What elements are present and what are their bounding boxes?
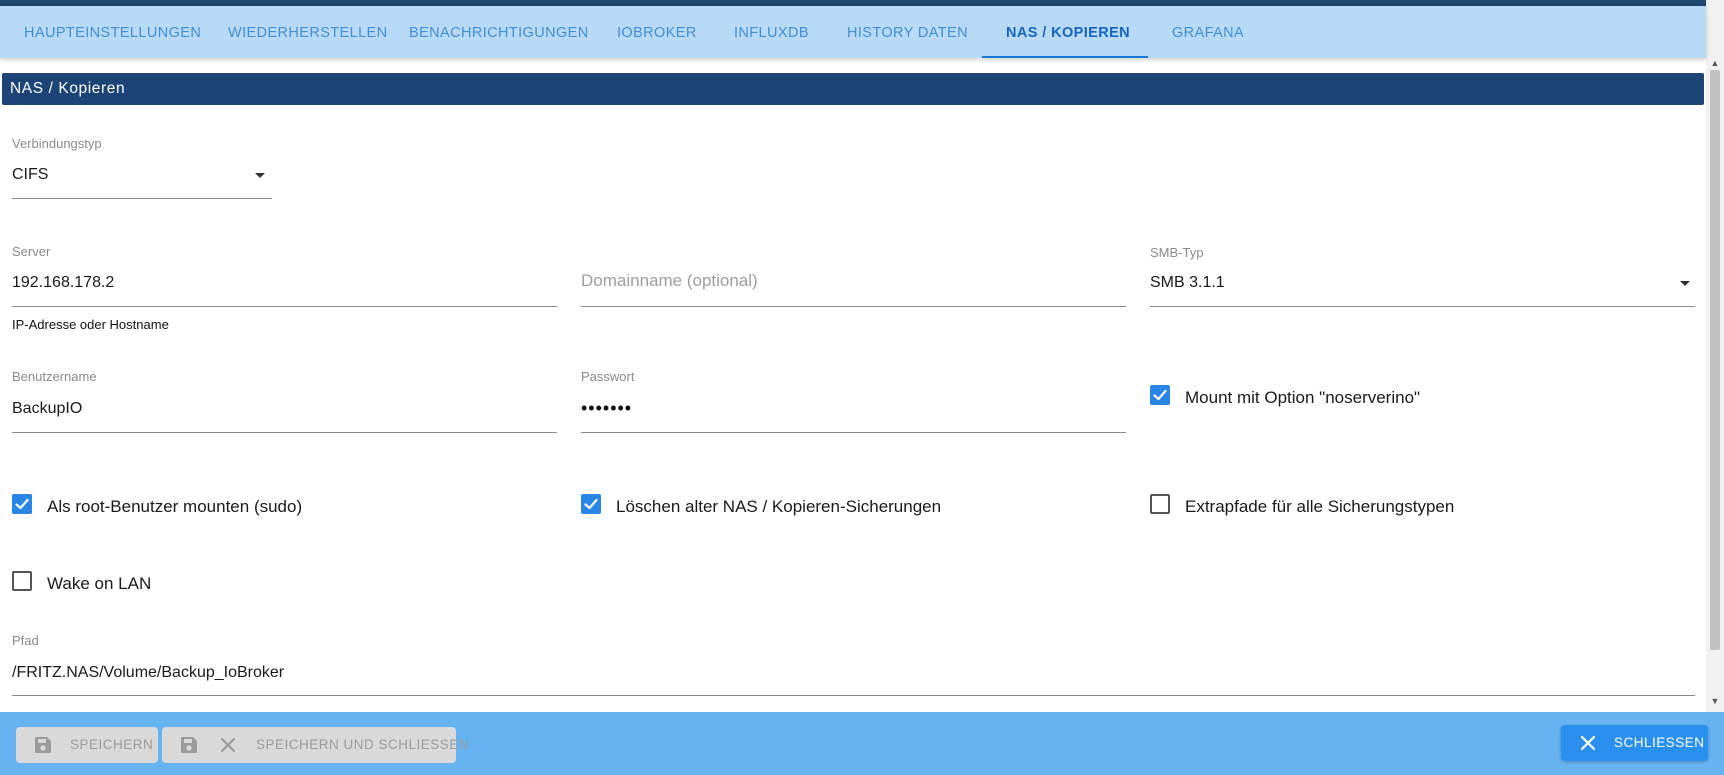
close-icon bbox=[220, 737, 236, 753]
field-underline bbox=[1150, 306, 1695, 307]
noserverino-label: Mount mit Option "noserverino" bbox=[1185, 388, 1421, 407]
scrollbar-thumb[interactable] bbox=[1710, 70, 1720, 650]
smb-type-select[interactable]: SMB-Typ SMB 3.1.1 bbox=[1150, 245, 1695, 308]
sudo-checkbox[interactable] bbox=[12, 494, 32, 514]
caret-down-icon bbox=[255, 173, 265, 178]
field-underline bbox=[12, 432, 557, 433]
save-icon bbox=[35, 737, 51, 753]
smb-type-label: SMB-Typ bbox=[1150, 245, 1204, 260]
connection-type-value: CIFS bbox=[12, 166, 49, 183]
field-underline bbox=[581, 306, 1126, 307]
close-button[interactable]: SCHLIESSEN bbox=[1561, 725, 1708, 761]
server-field[interactable]: Server 192.168.178.2 bbox=[12, 244, 557, 308]
tab-grafana[interactable]: GRAFANA bbox=[1148, 6, 1268, 58]
checkmark-icon bbox=[15, 498, 29, 510]
scroll-down-arrow-icon[interactable]: ▼ bbox=[1706, 694, 1724, 708]
connection-type-label: Verbindungstyp bbox=[12, 136, 102, 151]
delete-old-checkbox[interactable] bbox=[581, 494, 601, 514]
section-header: NAS / Kopieren bbox=[2, 73, 1704, 105]
dialog-footer: SPEICHERN SPEICHERN UND SCHLIESSEN SCHLI… bbox=[0, 712, 1724, 775]
delete-old-label: Löschen alter NAS / Kopieren-Sicherungen bbox=[616, 497, 942, 516]
checkmark-icon bbox=[584, 498, 598, 510]
tab-wiederherstellen[interactable]: WIEDERHERSTELLEN bbox=[204, 6, 412, 58]
close-icon bbox=[1580, 735, 1596, 751]
field-underline bbox=[12, 306, 557, 307]
domain-input-placeholder[interactable]: Domainname (optional) bbox=[581, 271, 758, 291]
save-icon bbox=[181, 737, 197, 753]
checkmark-icon bbox=[1153, 389, 1167, 401]
username-input[interactable]: BackupIO bbox=[12, 400, 82, 418]
vertical-scrollbar[interactable]: ▲ ▼ bbox=[1706, 0, 1724, 712]
username-label: Benutzername bbox=[12, 369, 97, 384]
tab-bar: HAUPTEINSTELLUNGEN WIEDERHERSTELLEN BENA… bbox=[0, 6, 1706, 58]
noserverino-checkbox[interactable] bbox=[1150, 385, 1170, 405]
path-input[interactable]: /FRITZ.NAS/Volume/Backup_IoBroker bbox=[12, 664, 284, 682]
save-and-close-label: SPEICHERN UND SCHLIESSEN bbox=[256, 737, 470, 752]
save-and-close-button[interactable]: SPEICHERN UND SCHLIESSEN bbox=[162, 727, 469, 763]
wake-on-lan-checkbox[interactable] bbox=[12, 571, 32, 591]
scroll-up-arrow-icon[interactable]: ▲ bbox=[1706, 56, 1724, 70]
sudo-label: Als root-Benutzer mounten (sudo) bbox=[47, 497, 303, 516]
tab-benachrichtigungen[interactable]: BENACHRICHTIGUNGEN bbox=[385, 6, 613, 58]
caret-down-icon bbox=[1680, 281, 1690, 286]
tab-nas-kopieren[interactable]: NAS / KOPIEREN bbox=[982, 6, 1148, 58]
password-input[interactable]: ••••••• bbox=[581, 398, 632, 419]
path-label: Pfad bbox=[12, 633, 39, 648]
tab-haupteinstellungen[interactable]: HAUPTEINSTELLUNGEN bbox=[0, 6, 225, 58]
path-field[interactable]: Pfad /FRITZ.NAS/Volume/Backup_IoBroker bbox=[12, 633, 1695, 697]
wake-on-lan-label: Wake on LAN bbox=[47, 574, 152, 593]
username-field[interactable]: Benutzername BackupIO bbox=[12, 369, 557, 433]
server-helper-text: IP-Adresse oder Hostname bbox=[12, 317, 169, 332]
server-label: Server bbox=[12, 244, 51, 259]
extra-paths-label: Extrapfade für alle Sicherungstypen bbox=[1185, 497, 1455, 516]
close-button-label: SCHLIESSEN bbox=[1614, 735, 1705, 750]
password-label: Passwort bbox=[581, 369, 635, 384]
password-field[interactable]: Passwort ••••••• bbox=[581, 369, 1126, 433]
field-underline bbox=[12, 695, 1695, 696]
tab-influxdb[interactable]: INFLUXDB bbox=[710, 6, 833, 58]
save-button[interactable]: SPEICHERN bbox=[16, 727, 158, 763]
connection-type-select[interactable]: Verbindungstyp CIFS bbox=[12, 136, 272, 200]
save-button-label: SPEICHERN bbox=[70, 737, 154, 752]
field-underline bbox=[12, 198, 272, 199]
tab-history-daten[interactable]: HISTORY DATEN bbox=[823, 6, 992, 58]
domain-field[interactable]: Domainname (optional) bbox=[581, 244, 1126, 308]
smb-type-value: SMB 3.1.1 bbox=[1150, 274, 1225, 291]
tab-iobroker[interactable]: IOBROKER bbox=[593, 6, 721, 58]
extra-paths-checkbox[interactable] bbox=[1150, 494, 1170, 514]
server-input[interactable]: 192.168.178.2 bbox=[12, 274, 114, 292]
field-underline bbox=[581, 432, 1126, 433]
